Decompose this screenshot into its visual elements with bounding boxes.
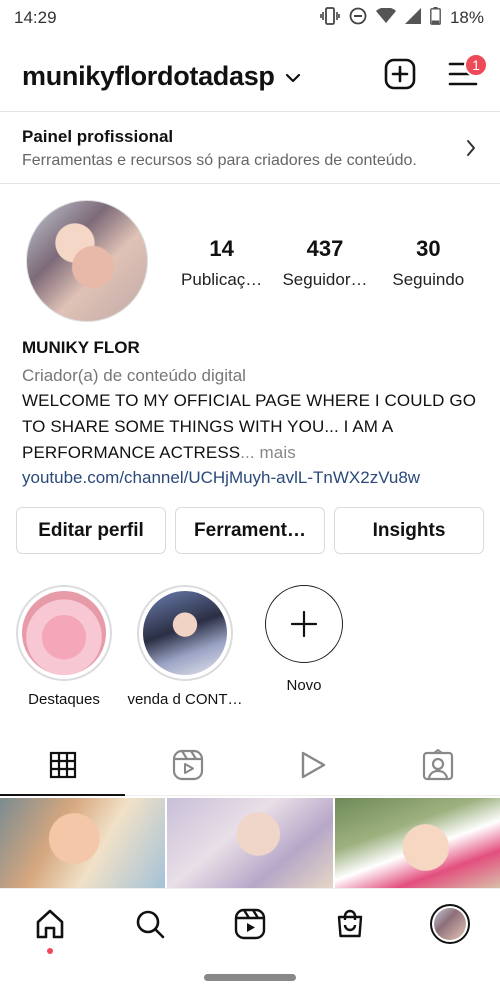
content-tabs bbox=[0, 735, 500, 796]
posts-grid bbox=[0, 798, 500, 888]
followers-count: 437 bbox=[306, 236, 344, 261]
profile-header: munikyflordotadasp 1 bbox=[0, 48, 500, 104]
professional-dashboard-link[interactable]: Painel profissional Ferramentas e recurs… bbox=[0, 111, 500, 184]
profile-bio: MUNIKY FLOR Criador(a) de conteúdo digit… bbox=[22, 338, 492, 488]
posts-count: 14 bbox=[209, 236, 234, 261]
status-bar: 14:29 18% bbox=[0, 0, 500, 36]
following-count: 30 bbox=[416, 236, 441, 261]
search-icon bbox=[136, 910, 165, 938]
tab-posts-grid[interactable] bbox=[0, 735, 125, 796]
tagged-icon bbox=[422, 749, 453, 781]
following-label: Seguindo bbox=[392, 270, 465, 289]
highlight-venda[interactable]: venda d CONT… bbox=[125, 585, 245, 708]
do-not-disturb-icon bbox=[349, 7, 367, 30]
bio-more-link[interactable]: ... mais bbox=[240, 443, 296, 462]
play-icon bbox=[301, 751, 325, 779]
highlight-cover bbox=[137, 585, 233, 681]
highlight-destaques[interactable]: Destaques bbox=[14, 585, 114, 708]
profile-avatar[interactable] bbox=[26, 200, 148, 322]
insights-button[interactable]: Insights bbox=[334, 507, 484, 554]
posts-label: Publicaç… bbox=[181, 270, 263, 289]
nav-reels[interactable] bbox=[200, 908, 300, 940]
profile-avatar-small bbox=[430, 903, 470, 944]
bio-website-link[interactable]: youtube.com/channel/UCHjMuyh-avlL-TnWX2z… bbox=[22, 468, 492, 488]
highlight-cover bbox=[16, 585, 112, 681]
nav-search[interactable] bbox=[100, 908, 200, 940]
profile-category: Criador(a) de conteúdo digital bbox=[22, 366, 246, 385]
profile-stats: 14 Publicaç… 437 Seguidor… 30 Seguindo bbox=[170, 236, 480, 290]
highlight-label: Destaques bbox=[28, 691, 100, 708]
profile-actions: Editar perfil Ferrament… Insights bbox=[16, 507, 484, 554]
pro-panel-subtitle: Ferramentas e recursos só para criadores… bbox=[22, 152, 417, 169]
highlight-label: venda d CONT… bbox=[127, 691, 243, 708]
battery-percentage: 18% bbox=[449, 8, 484, 27]
post-thumbnail[interactable] bbox=[334, 798, 500, 888]
nav-shop[interactable] bbox=[300, 908, 400, 940]
bottom-navigation bbox=[0, 888, 500, 958]
chevron-right-icon bbox=[466, 139, 476, 162]
tab-videos[interactable] bbox=[250, 735, 375, 795]
vibrate-icon bbox=[320, 6, 340, 30]
tab-reels[interactable] bbox=[125, 735, 250, 795]
shop-icon bbox=[337, 909, 363, 937]
status-time: 14:29 bbox=[14, 8, 57, 27]
display-name: MUNIKY FLOR bbox=[22, 338, 140, 357]
battery-icon bbox=[430, 6, 441, 30]
stat-followers[interactable]: 437 Seguidor… bbox=[273, 236, 376, 290]
chevron-down-icon[interactable] bbox=[285, 70, 301, 88]
notification-badge: 1 bbox=[464, 52, 488, 77]
post-thumbnail[interactable] bbox=[167, 798, 333, 888]
stat-posts[interactable]: 14 Publicaç… bbox=[170, 236, 273, 290]
post-thumbnail[interactable] bbox=[0, 798, 166, 888]
create-post-button[interactable] bbox=[384, 58, 416, 95]
pro-panel-title: Painel profissional bbox=[22, 127, 174, 146]
home-icon bbox=[36, 909, 64, 938]
tab-tagged[interactable] bbox=[375, 735, 500, 795]
reels-icon bbox=[172, 749, 203, 781]
stat-following[interactable]: 30 Seguindo bbox=[377, 236, 480, 290]
reels-icon bbox=[234, 908, 266, 939]
nav-profile[interactable] bbox=[400, 903, 500, 944]
account-switcher-username[interactable]: munikyflordotadasp bbox=[22, 61, 275, 92]
signal-icon bbox=[404, 7, 421, 29]
new-highlight-button[interactable]: Novo bbox=[262, 585, 346, 694]
bio-text: WELCOME TO MY OFFICIAL PAGE WHERE I COUL… bbox=[22, 388, 492, 466]
grid-icon bbox=[49, 751, 76, 779]
highlight-label: Novo bbox=[286, 677, 322, 694]
tools-button[interactable]: Ferrament… bbox=[175, 507, 325, 554]
wifi-icon bbox=[375, 6, 396, 29]
edit-profile-button[interactable]: Editar perfil bbox=[16, 507, 166, 554]
gesture-bar[interactable] bbox=[204, 974, 296, 981]
menu-button[interactable]: 1 bbox=[448, 52, 488, 92]
followers-label: Seguidor… bbox=[282, 270, 368, 289]
nav-home[interactable] bbox=[0, 908, 100, 954]
activity-dot bbox=[47, 947, 53, 954]
plus-icon bbox=[265, 585, 343, 663]
